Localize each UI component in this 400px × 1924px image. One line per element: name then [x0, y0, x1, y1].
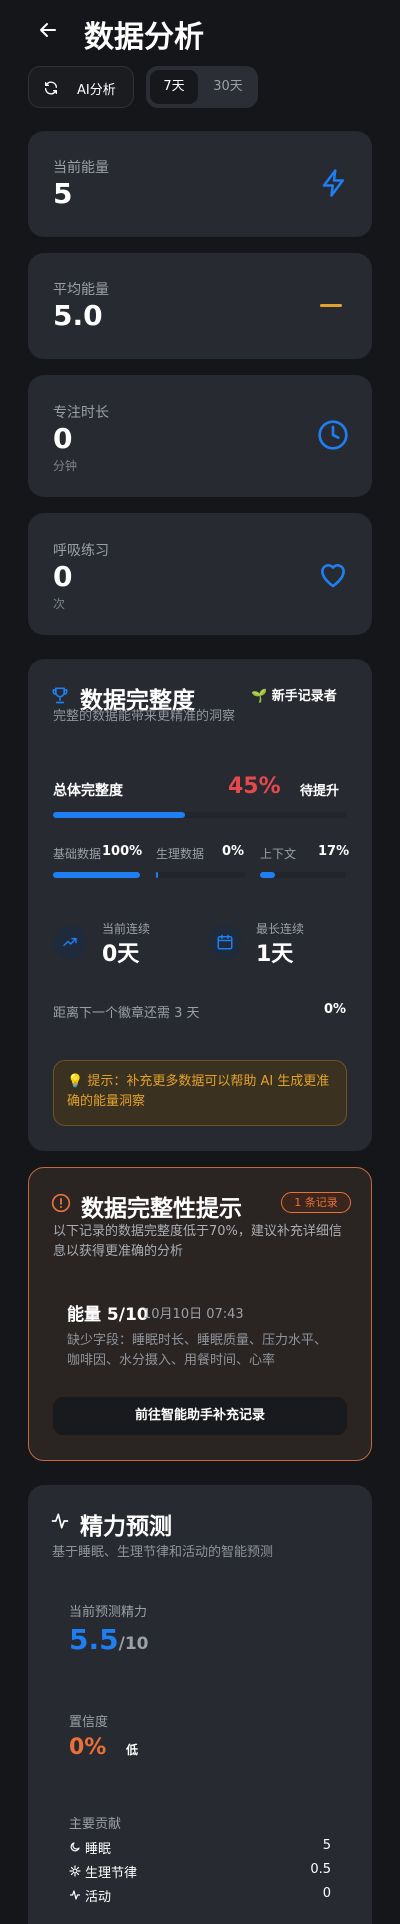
sub-context-fill — [260, 872, 275, 878]
tip-box: 💡 提示：补充更多数据可以帮助 AI 生成更准确的能量洞察 — [53, 1060, 347, 1126]
stat-value: 5 — [53, 177, 73, 210]
tip-text: 💡 提示：补充更多数据可以帮助 AI 生成更准确的能量洞察 — [67, 1074, 330, 1109]
confidence-label: 置信度 — [69, 1715, 109, 1730]
stat-value: 0 — [53, 422, 73, 455]
overall-progress-bar — [53, 812, 347, 818]
current-prediction-label: 当前预测精力 — [69, 1605, 148, 1620]
contrib-value: 0.5 — [310, 1862, 331, 1877]
record-missing-fields: 缺少字段：睡眠时长、睡眠质量、压力水平、咖啡因、水分摄入、用餐时间、心率 — [67, 1333, 328, 1368]
dash-icon — [320, 304, 342, 307]
contrib-label: 生理节律 — [85, 1866, 138, 1881]
sub-context-bar — [260, 872, 346, 878]
streak-longest-label: 最长连续 — [256, 922, 305, 936]
range-option-30d[interactable]: 30天 — [202, 70, 254, 104]
stat-card-focus-time: 专注时长 0 分钟 — [28, 375, 372, 497]
sub-basic-bar — [53, 872, 140, 878]
prediction-card: 精力预测 基于睡眠、生理节律和活动的智能预测 当前预测精力 5.5/10 置信度… — [28, 1485, 372, 1924]
activity-pulse-icon — [51, 1513, 69, 1529]
streak-current-value: 0天 — [102, 942, 140, 967]
sub-physio-value: 0% — [222, 844, 245, 859]
contrib-value: 0 — [322, 1886, 331, 1901]
sub-physio-bar — [156, 872, 246, 878]
stat-unit: 次 — [53, 597, 66, 611]
contrib-row-activity: 活动 0 — [69, 1885, 331, 1905]
record-energy: 能量 5/10 — [67, 1305, 149, 1325]
sub-physio-fill — [156, 872, 158, 878]
current-prediction-value: 5.5/10 — [69, 1623, 148, 1656]
sub-basic-fill — [53, 872, 140, 878]
sub-physio-label: 生理数据 — [156, 847, 205, 861]
hint-title: 数据完整性提示 — [81, 1196, 242, 1222]
stat-value: 5.0 — [53, 299, 103, 332]
achievement-badge: 🌱 新手记录者 — [251, 689, 337, 704]
next-badge-value: 0% — [324, 1002, 347, 1017]
stat-card-current-energy: 当前能量 5 — [28, 131, 372, 237]
sun-icon — [69, 1865, 81, 1877]
confidence-value: 0% — [69, 1735, 107, 1760]
sub-basic-label: 基础数据 — [53, 847, 102, 861]
stat-label: 当前能量 — [53, 160, 109, 176]
range-option-7d[interactable]: 7天 — [150, 70, 198, 104]
confidence-level: 低 — [126, 1743, 139, 1757]
current-prediction-number: 5.5 — [69, 1623, 119, 1656]
streak-longest-value: 1天 — [256, 942, 294, 967]
trending-up-icon — [63, 937, 77, 947]
contrib-value: 5 — [322, 1838, 331, 1853]
stat-unit: 分钟 — [53, 459, 78, 473]
record-time: 10月10日 07:43 — [143, 1307, 244, 1322]
contrib-label: 睡眠 — [85, 1842, 112, 1857]
stat-value: 0 — [53, 560, 73, 593]
stat-card-average-energy: 平均能量 5.0 — [28, 253, 372, 359]
clock-icon — [318, 420, 348, 450]
refresh-icon — [45, 81, 57, 95]
stat-card-breathing: 呼吸练习 0 次 — [28, 513, 372, 635]
overall-label: 总体完整度 — [53, 783, 123, 799]
calendar-icon — [217, 934, 233, 950]
contrib-title: 主要贡献 — [69, 1817, 122, 1832]
prediction-title: 精力预测 — [80, 1514, 172, 1540]
lightning-icon — [322, 169, 344, 197]
streak-longest-icon-wrap — [208, 925, 242, 959]
go-to-assistant-button[interactable]: 前往智能助手补充记录 — [53, 1397, 347, 1435]
stat-label: 平均能量 — [53, 282, 109, 298]
contrib-row-sleep: 睡眠 5 — [69, 1837, 331, 1857]
alert-circle-icon — [51, 1193, 71, 1213]
stat-label: 呼吸练习 — [53, 543, 109, 559]
back-button[interactable] — [36, 18, 60, 42]
next-badge-text: 距离下一个徽章还需 3 天 — [53, 1006, 200, 1021]
ai-analysis-button[interactable]: AI分析 — [28, 66, 134, 108]
sub-context-label: 上下文 — [260, 847, 297, 861]
trophy-icon — [52, 687, 68, 704]
current-prediction-max: /10 — [118, 1634, 149, 1654]
streak-current-label: 当前连续 — [102, 922, 151, 936]
stat-label: 专注时长 — [53, 405, 109, 421]
overall-status: 待提升 — [300, 784, 340, 799]
prediction-subtitle: 基于睡眠、生理节律和活动的智能预测 — [52, 1545, 274, 1560]
overall-progress-fill — [53, 812, 186, 818]
contrib-row-rhythm: 生理节律 0.5 — [69, 1861, 331, 1881]
moon-icon — [70, 1842, 80, 1852]
integrity-hint-card: 数据完整性提示 1 条记录 以下记录的数据完整度低于70%，建议补充详细信息以获… — [28, 1167, 372, 1461]
streak-current-icon-wrap — [53, 925, 87, 959]
completeness-card: 数据完整度 完整的数据能带来更精准的洞察 🌱 新手记录者 总体完整度 45% 待… — [28, 659, 372, 1151]
completeness-subtitle: 完整的数据能带来更精准的洞察 — [53, 709, 236, 724]
heart-icon — [321, 564, 345, 588]
ai-analysis-label: AI分析 — [77, 83, 116, 98]
page-title: 数据分析 — [84, 20, 204, 55]
overall-value: 45% — [228, 774, 281, 799]
range-toggle: 7天 30天 — [146, 66, 258, 108]
activity-icon — [69, 1890, 81, 1900]
hint-description: 以下记录的数据完整度低于70%，建议补充详细信息以获得更准确的分析 — [53, 1224, 342, 1259]
record-count-badge: 1 条记录 — [281, 1192, 351, 1213]
arrow-left-icon — [40, 23, 56, 37]
sub-context-value: 17% — [318, 844, 350, 859]
contrib-label: 活动 — [85, 1890, 112, 1905]
sub-basic-value: 100% — [102, 844, 143, 859]
